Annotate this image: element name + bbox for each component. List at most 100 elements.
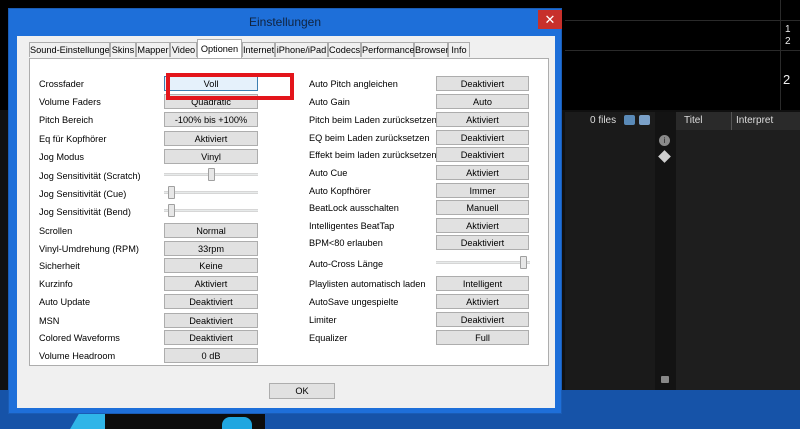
tab-internet[interactable]: Internet xyxy=(242,42,275,57)
eq-beim-laden-zurücksetzen-button[interactable]: Deaktiviert xyxy=(436,130,529,145)
settings-dialog: Einstellungen ✕ Sound-Einstellungen Skins… xyxy=(8,8,562,414)
option-label: Pitch beim Laden zurücksetzen xyxy=(309,115,437,125)
option-label: BeatLock ausschalten xyxy=(309,203,399,213)
background-divider xyxy=(780,0,781,110)
pitch-beim-laden-zurücksetzen-button[interactable]: Aktiviert xyxy=(436,112,529,127)
option-label: Jog Modus xyxy=(39,152,84,162)
auto-cross-länge-slider-track[interactable] xyxy=(436,261,530,264)
background-number: 2 xyxy=(785,36,791,47)
tab-codecs[interactable]: Codecs xyxy=(328,42,361,57)
background-column-header: Titel Interpret xyxy=(676,112,800,130)
autosave-ungespielte-button[interactable]: Aktiviert xyxy=(436,294,529,309)
view-icon[interactable] xyxy=(624,115,635,125)
ok-button[interactable]: OK xyxy=(269,383,335,399)
scrollen-button[interactable]: Normal xyxy=(164,223,258,238)
background-folder-list xyxy=(565,130,655,390)
sicherheit-button[interactable]: Keine xyxy=(164,258,258,273)
pitch-bereich-button[interactable]: -100% bis +100% xyxy=(164,112,258,127)
jog-modus-button[interactable]: Vinyl xyxy=(164,149,258,164)
options-panel: Crossfader Voll Volume Faders Quadratic Pitc… xyxy=(29,58,549,366)
column-title[interactable]: Titel xyxy=(684,115,703,126)
option-label: Colored Waveforms xyxy=(39,333,120,343)
option-label: Vinyl-Umdrehung (RPM) xyxy=(39,244,139,254)
vinyl-umdrehung-rpm-button[interactable]: 33rpm xyxy=(164,241,258,256)
dialog-client: Sound-Einstellungen Skins Mapper Video Optio… xyxy=(17,36,555,408)
auto-cue-button[interactable]: Aktiviert xyxy=(436,165,529,180)
option-label: Kurzinfo xyxy=(39,279,73,289)
option-label: BPM<80 erlauben xyxy=(309,238,383,248)
column-artist[interactable]: Interpret xyxy=(736,115,773,126)
option-label: Auto Cue xyxy=(309,168,348,178)
crossfader-button[interactable]: Voll xyxy=(164,76,258,91)
jog-sensitivität-bend-slider-thumb[interactable] xyxy=(168,204,176,217)
file-count: 0 files xyxy=(590,115,617,126)
auto-kopfhörer-button[interactable]: Immer xyxy=(436,183,529,198)
option-label: Scrollen xyxy=(39,226,73,236)
desktop-shape xyxy=(222,417,252,429)
close-button[interactable]: ✕ xyxy=(538,10,562,29)
jog-sensitivität-cue-slider-thumb[interactable] xyxy=(168,186,176,199)
colored-waveforms-button[interactable]: Deaktiviert xyxy=(164,330,258,345)
playlisten-automatisch-laden-button[interactable]: Intelligent xyxy=(436,276,529,291)
dialog-title: Einstellungen xyxy=(248,15,322,29)
intelligentes-beattap-button[interactable]: Aktiviert xyxy=(436,218,529,233)
limiter-button[interactable]: Deaktiviert xyxy=(436,312,529,327)
tab-optionen[interactable]: Optionen xyxy=(197,39,242,58)
tab-iphone-ipad[interactable]: iPhone/iPad xyxy=(275,42,328,57)
option-label: EQ beim Laden zurücksetzen xyxy=(309,133,430,143)
dialog-titlebar[interactable]: Einstellungen ✕ xyxy=(9,9,562,35)
lock-icon[interactable] xyxy=(661,376,669,383)
background-divider xyxy=(565,50,800,51)
auto-gain-button[interactable]: Auto xyxy=(436,94,529,109)
option-label: Volume Headroom xyxy=(39,351,116,361)
tab-info[interactable]: Info xyxy=(448,42,470,57)
option-label: Auto-Cross Länge xyxy=(309,259,384,269)
auto-cross-länge-slider-thumb[interactable] xyxy=(520,256,528,269)
jog-sensitivität-bend-slider-track[interactable] xyxy=(164,209,258,212)
option-label: Playlisten automatisch laden xyxy=(309,279,426,289)
beatlock-ausschalten-button[interactable]: Manuell xyxy=(436,200,529,215)
volume-faders-button[interactable]: Quadratic xyxy=(164,94,258,109)
info-icon[interactable]: i xyxy=(659,135,670,146)
option-label: Eq für Kopfhörer xyxy=(39,134,107,144)
option-label: Auto Kopfhörer xyxy=(309,186,371,196)
jog-sensitivität-scratch-slider-thumb[interactable] xyxy=(207,168,215,181)
volume-headroom-button[interactable]: 0 dB xyxy=(164,348,258,363)
jog-sensitivität-cue-slider-track[interactable] xyxy=(164,191,258,194)
option-label: Intelligentes BeatTap xyxy=(309,221,395,231)
close-icon: ✕ xyxy=(544,12,556,27)
equalizer-button[interactable]: Full xyxy=(436,330,529,345)
auto-update-button[interactable]: Deaktiviert xyxy=(164,294,258,309)
option-label: Jog Sensitivität (Bend) xyxy=(39,207,131,217)
background-number: 1 xyxy=(785,24,791,35)
option-label: MSN xyxy=(39,316,60,326)
tab-video[interactable]: Video xyxy=(170,42,197,57)
option-label: Auto Gain xyxy=(309,97,350,107)
view-icon[interactable] xyxy=(639,115,650,125)
tab-performance[interactable]: Performance xyxy=(361,42,415,57)
tab-browser[interactable]: Browser xyxy=(414,42,449,57)
option-label: Volume Faders xyxy=(39,97,101,107)
kurzinfo-button[interactable]: Aktiviert xyxy=(164,276,258,291)
column-separator xyxy=(731,112,732,130)
option-label: Sicherheit xyxy=(39,261,80,271)
effekt-beim-laden-zurücksetzen-button[interactable]: Deaktiviert xyxy=(436,147,529,162)
option-label: AutoSave ungespielte xyxy=(309,297,399,307)
tab-skins[interactable]: Skins xyxy=(110,42,136,57)
option-label: Crossfader xyxy=(39,79,84,89)
background-number: 2 xyxy=(783,72,791,87)
option-label: Auto Pitch angleichen xyxy=(309,79,398,89)
option-label: Limiter xyxy=(309,315,337,325)
auto-pitch-angleichen-button[interactable]: Deaktiviert xyxy=(436,76,529,91)
option-label: Effekt beim laden zurücksetzen xyxy=(309,150,437,160)
msn-button[interactable]: Deaktiviert xyxy=(164,313,258,328)
eq-für-kopfhörer-button[interactable]: Aktiviert xyxy=(164,131,258,146)
option-label: Jog Sensitivität (Scratch) xyxy=(39,171,141,181)
option-label: Pitch Bereich xyxy=(39,115,94,125)
tab-sound-einstellungen[interactable]: Sound-Einstellungen xyxy=(29,42,115,57)
bpm-80-erlauben-button[interactable]: Deaktiviert xyxy=(436,235,529,250)
tab-mapper[interactable]: Mapper xyxy=(136,42,170,57)
option-label: Equalizer xyxy=(309,333,348,343)
background-track-list xyxy=(676,130,800,390)
background-divider xyxy=(565,20,800,21)
